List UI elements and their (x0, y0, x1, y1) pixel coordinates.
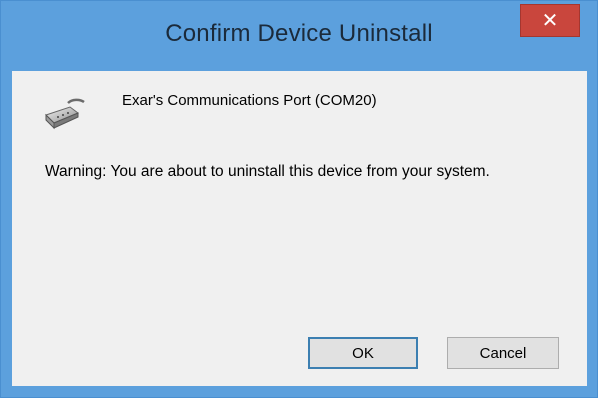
title-bar[interactable]: Confirm Device Uninstall ✕ (1, 1, 597, 71)
dialog-title: Confirm Device Uninstall (165, 20, 433, 47)
warning-text: Warning: You are about to uninstall this… (45, 163, 490, 180)
dialog-window: Confirm Device Uninstall ✕ Exar's Commun… (0, 0, 598, 398)
device-name: Exar's Communications Port (COM20) (122, 92, 377, 109)
cancel-button[interactable]: Cancel (447, 337, 559, 369)
ok-button[interactable]: OK (308, 337, 418, 369)
close-button[interactable]: ✕ (520, 4, 580, 37)
serial-port-icon (45, 98, 85, 130)
dialog-content: Exar's Communications Port (COM20) Warni… (12, 71, 587, 386)
